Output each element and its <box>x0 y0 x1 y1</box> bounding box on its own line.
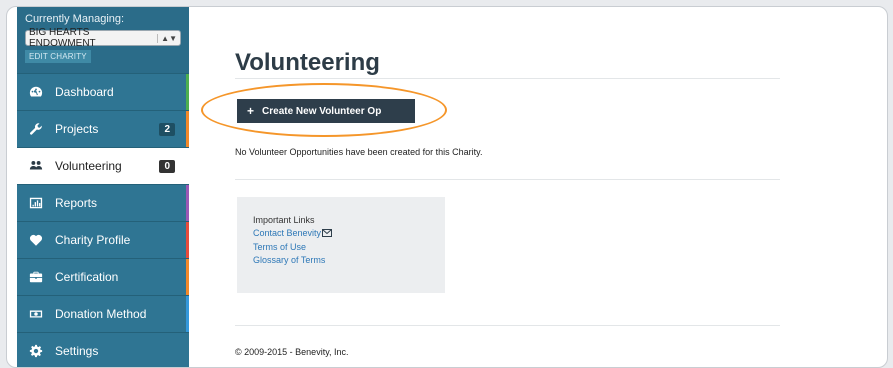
charity-select[interactable]: BIG HEARTS ENDOWMENT ▲▼ <box>25 27 181 49</box>
select-stepper-icon: ▲▼ <box>157 33 177 43</box>
divider <box>235 325 780 326</box>
wrench-icon <box>17 122 55 136</box>
sidebar-item-label: Dashboard <box>55 85 114 99</box>
main-content: Volunteering + Create New Volunteer Op N… <box>201 7 887 367</box>
money-icon <box>17 307 55 321</box>
briefcase-icon <box>17 270 55 284</box>
accent-bar <box>186 259 189 295</box>
accent-bar <box>186 111 189 147</box>
sidebar-item-dashboard[interactable]: Dashboard <box>17 73 189 110</box>
volunteering-count-badge: 0 <box>159 159 175 173</box>
charity-select-value: BIG HEARTS ENDOWMENT <box>29 27 96 49</box>
create-button-label: Create New Volunteer Op <box>262 105 382 117</box>
bar-chart-icon <box>17 196 55 210</box>
managing-label: Currently Managing: <box>25 13 125 25</box>
sidebar-item-certification[interactable]: Certification <box>17 258 189 295</box>
people-icon <box>17 159 55 173</box>
links-heading: Important Links <box>253 215 315 225</box>
accent-bar <box>186 296 189 332</box>
empty-state-message: No Volunteer Opportunities have been cre… <box>235 147 483 157</box>
sidebar-item-settings[interactable]: Settings <box>17 332 189 367</box>
sidebar-item-label: Reports <box>55 196 98 210</box>
sidebar-item-label: Donation Method <box>55 307 147 321</box>
contact-benevity-link[interactable]: Contact Benevity <box>253 228 429 239</box>
sidebar-item-volunteering[interactable]: Volunteering 0 <box>17 147 189 184</box>
sidebar-item-projects[interactable]: Projects 2 <box>17 110 189 147</box>
terms-of-use-link[interactable]: Terms of Use <box>253 242 429 252</box>
dashboard-icon <box>17 85 55 99</box>
projects-count-badge: 2 <box>159 122 175 136</box>
edit-charity-button[interactable]: EDIT CHARITY <box>25 50 91 63</box>
accent-bar <box>186 185 189 221</box>
sidebar: Currently Managing: BIG HEARTS ENDOWMENT… <box>17 7 189 367</box>
sidebar-item-label: Certification <box>55 270 119 284</box>
plus-icon: + <box>247 104 255 118</box>
mail-icon <box>322 229 333 239</box>
sidebar-item-label: Charity Profile <box>55 233 131 247</box>
sidebar-item-donation-method[interactable]: Donation Method <box>17 295 189 332</box>
page-title: Volunteering <box>235 49 380 76</box>
accent-bar <box>186 222 189 258</box>
sidebar-item-label: Volunteering <box>55 159 122 173</box>
sidebar-item-label: Projects <box>55 122 99 136</box>
important-links-panel: Important Links Contact Benevity Terms o… <box>237 197 445 293</box>
app-window: Currently Managing: BIG HEARTS ENDOWMENT… <box>6 6 888 368</box>
accent-bar <box>186 74 189 110</box>
charity-switcher: Currently Managing: BIG HEARTS ENDOWMENT… <box>17 7 189 73</box>
create-volunteer-op-button[interactable]: + Create New Volunteer Op <box>237 99 415 123</box>
glossary-link[interactable]: Glossary of Terms <box>253 255 429 265</box>
sidebar-item-reports[interactable]: Reports <box>17 184 189 221</box>
sidebar-item-charity-profile[interactable]: Charity Profile <box>17 221 189 258</box>
divider <box>235 179 780 180</box>
divider <box>235 78 780 79</box>
heart-icon <box>17 233 55 247</box>
